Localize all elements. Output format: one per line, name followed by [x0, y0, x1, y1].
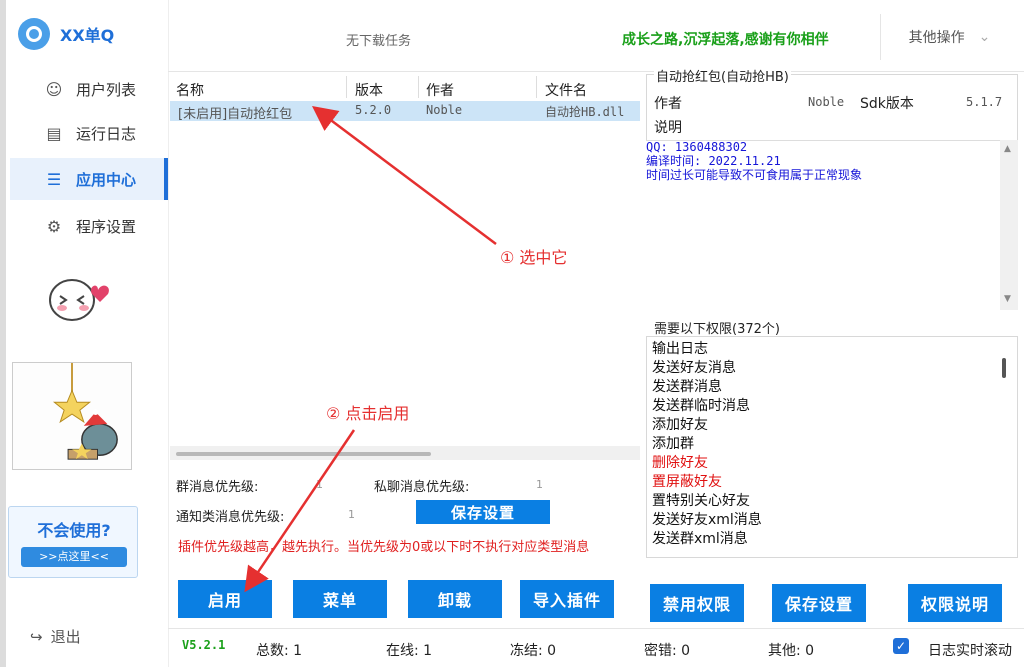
sidebar-item-label: 程序设置	[76, 217, 137, 236]
log-icon: ▤	[46, 123, 62, 143]
notice-priority-input[interactable]: 1	[348, 508, 355, 521]
save-priority-button[interactable]: 保存设置	[416, 500, 550, 524]
sidebar-item-settings[interactable]: ⚙ 程序设置	[10, 205, 168, 247]
description-label: 说明	[654, 120, 682, 136]
private-priority-input[interactable]: 1	[536, 478, 543, 491]
sidebar-divider	[168, 0, 169, 667]
gear-icon: ⚙	[46, 216, 62, 236]
help-title: 不会使用?	[37, 521, 111, 540]
enable-button[interactable]: 启用	[178, 580, 272, 618]
column-divider	[536, 76, 537, 98]
plugin-file-cell: 自动抢HB.dll	[545, 105, 625, 119]
logo-icon	[26, 26, 42, 42]
cat-star-sticker	[12, 362, 132, 470]
sdk-label: Sdk版本	[860, 96, 914, 112]
permissions-scrollbar-thumb[interactable]	[1002, 358, 1006, 378]
permission-item: 置屏蔽好友	[652, 474, 722, 490]
permission-item: 删除好友	[652, 455, 708, 471]
help-card[interactable]: 不会使用? >>点这里<<	[8, 506, 138, 578]
sidebar-item-logs[interactable]: ▤ 运行日志	[10, 112, 168, 154]
save-permission-button[interactable]: 保存设置	[772, 584, 866, 622]
annotation-step1: ① 选中它	[500, 248, 568, 267]
author-value: Noble	[808, 95, 845, 109]
log-scroll-checkbox[interactable]: ✓	[893, 638, 909, 654]
password-error-count: 密错: 0	[644, 643, 691, 659]
frozen-count: 冻结: 0	[510, 643, 557, 659]
column-divider	[346, 76, 347, 98]
permission-item: 添加好友	[652, 417, 708, 433]
plugin-info-title: 自动抢红包(自动抢HB)	[654, 66, 791, 85]
permission-item: 输出日志	[652, 341, 708, 357]
sidebar-item-app-center[interactable]: ☰ 应用中心	[10, 158, 168, 200]
motto-text: 成长之路,沉浮起落,感谢有你相伴	[622, 32, 829, 48]
permission-help-button[interactable]: 权限说明	[908, 584, 1002, 622]
sidebar-item-users[interactable]: ☺ 用户列表	[10, 68, 168, 110]
permission-item: 发送群消息	[652, 379, 722, 395]
permission-item: 发送好友消息	[652, 360, 736, 376]
exit-icon: ↪	[30, 627, 43, 646]
total-count: 总数: 1	[256, 643, 303, 659]
scroll-up-icon[interactable]: ▲	[1004, 144, 1011, 154]
column-header-author[interactable]: 作者	[426, 80, 454, 100]
scroll-down-icon[interactable]: ▼	[1004, 294, 1011, 304]
private-priority-label: 私聊消息优先级:	[374, 480, 470, 495]
permission-item: 发送群xml消息	[652, 531, 748, 547]
sidebar-item-label: 运行日志	[76, 124, 137, 143]
disable-permission-button[interactable]: 禁用权限	[650, 584, 744, 622]
version-badge: V5.2.1	[182, 638, 226, 652]
import-plugin-button[interactable]: 导入插件	[520, 580, 614, 618]
sidebar-item-label: 用户列表	[76, 80, 137, 99]
chevron-down-icon: ⌄	[978, 29, 991, 45]
group-priority-label: 群消息优先级:	[176, 480, 259, 495]
permission-item: 添加群	[652, 436, 694, 452]
plugin-version-cell: 5.2.0	[355, 103, 392, 117]
other-ops-dropdown[interactable]: 其他操作 ⌄	[880, 14, 1018, 60]
permission-item: 置特别关心好友	[652, 493, 750, 509]
list-icon: ☰	[46, 169, 62, 189]
permission-item: 发送好友xml消息	[652, 512, 762, 528]
permissions-title: 需要以下权限(372个)	[654, 322, 780, 337]
plugin-table	[170, 72, 640, 442]
description-line: QQ: 1360488302	[646, 140, 748, 154]
plugin-author-cell: Noble	[426, 103, 463, 117]
column-divider	[418, 76, 419, 98]
other-count: 其他: 0	[768, 643, 815, 659]
column-header-version[interactable]: 版本	[355, 80, 383, 100]
annotation-step2: ② 点击启用	[326, 404, 410, 423]
help-link-button[interactable]: >>点这里<<	[21, 547, 127, 567]
user-icon: ☺	[45, 79, 63, 99]
uninstall-button[interactable]: 卸载	[408, 580, 502, 618]
sidebar-item-label: 应用中心	[76, 170, 137, 189]
menu-button[interactable]: 菜单	[293, 580, 387, 618]
priority-warning: 插件优先级越高，越先执行。当优先级为0或以下时不执行对应类型消息	[178, 540, 590, 555]
other-ops-label: 其他操作	[908, 30, 965, 46]
permission-item: 发送群临时消息	[652, 398, 750, 414]
horizontal-scrollbar-thumb[interactable]	[176, 452, 431, 456]
author-label: 作者	[654, 96, 682, 112]
download-status: 无下载任务	[346, 34, 412, 49]
group-priority-input[interactable]: 1	[316, 478, 323, 491]
column-header-file[interactable]: 文件名	[545, 80, 587, 100]
log-scroll-label: 日志实时滚动	[928, 643, 1012, 659]
description-line: 时间过长可能导致不可食用属于正常现象	[646, 168, 863, 182]
blushing-face-sticker	[49, 279, 109, 321]
exit-button[interactable]: ↪ 退出	[30, 626, 81, 647]
description-scrollbar[interactable]: ▲ ▼	[1000, 140, 1018, 310]
app-title: XX单Q	[60, 26, 115, 45]
description-line: 编译时间: 2022.11.21	[646, 154, 781, 168]
notice-priority-label: 通知类消息优先级:	[176, 510, 285, 525]
exit-label: 退出	[50, 628, 81, 646]
plugin-name-cell: [未启用]自动抢红包	[178, 107, 293, 122]
column-header-name[interactable]: 名称	[176, 80, 204, 100]
online-count: 在线: 1	[386, 643, 433, 659]
sdk-value: 5.1.7	[966, 95, 1003, 109]
